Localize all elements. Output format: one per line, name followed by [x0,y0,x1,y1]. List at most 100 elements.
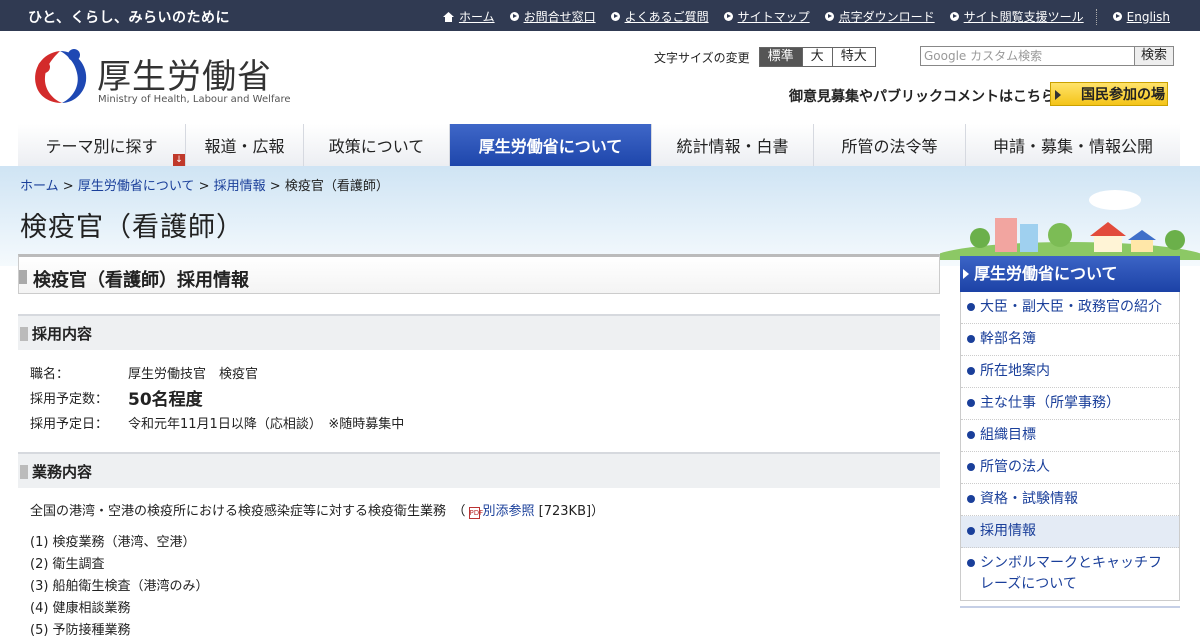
contact-link-label: お問合せ窓口 [523,10,596,24]
nav-laws[interactable]: 所管の法令等 [814,124,966,166]
sidebar-menu: 大臣・副大臣・政務官の紹介 幹部名簿 所在地案内 主な仕事（所掌事務） 組織目標… [960,292,1180,601]
global-nav: テーマ別に探す ↓ 報道・広報 政策について 厚生労働省について 統計情報・白書… [18,124,1180,169]
pdf-icon: PDF [468,507,484,519]
home-link-label: ホーム [458,10,495,24]
nav-statistics-label: 統計情報・白書 [676,137,789,156]
list-item: (1) 検疫業務（港湾、空港） [30,535,196,550]
sidebar-item-label[interactable]: 組織目標 [980,427,1036,443]
breadcrumb-home-link[interactable]: ホーム [20,179,59,194]
sidebar-item-recruitment[interactable]: 採用情報 [961,516,1179,548]
town-illustration [940,190,1200,260]
english-link-label: English [1126,9,1170,24]
arrow-down-icon: ↓ [173,154,185,166]
logo-text[interactable]: 厚生労働省 [97,49,272,98]
sidebar-item-label[interactable]: 所管の法人 [980,459,1050,475]
detail-row-date: 採用予定日： 令和元年11月1日以降（応相談） ※随時募集中 [30,413,404,432]
sidebar-item-label[interactable]: 所在地案内 [980,363,1050,379]
breadcrumb-recruit-link[interactable]: 採用情報 [214,179,266,194]
contact-link[interactable]: お問合せ窓口 [509,8,596,25]
mhlw-logo-icon[interactable] [30,43,90,105]
nav-applications-label: 申請・募集・情報公開 [992,137,1153,156]
detail-key: 採用予定日： [30,417,109,432]
braille-link-label: 点字ダウンロード [838,10,935,24]
detail-row-count: 採用予定数： 50名程度 [30,385,203,410]
nav-press-label: 報道・広報 [204,137,285,156]
sidebar-item-corporations[interactable]: 所管の法人 [961,452,1179,484]
nav-policy[interactable]: 政策について [304,124,450,166]
sidebar-item-ministers[interactable]: 大臣・副大臣・政務官の紹介 [961,292,1179,324]
top-bar: ひと、くらし、みらいのために ホーム お問合せ窓口 よくあるご質問 サイトマップ… [0,0,1200,31]
sidebar-item-label[interactable]: 資格・試験情報 [980,491,1078,507]
arrow-circle-icon [723,12,733,21]
list-item: (3) 船舶衛生検査（港湾のみ） [30,579,209,594]
sidebar-title[interactable]: 厚生労働省について [960,256,1180,292]
detail-value: 厚生労働技官 検疫官 [128,367,259,382]
nav-applications[interactable]: 申請・募集・情報公開 [966,124,1180,166]
font-size-switcher: 文字サイズの変更 標準 大 特大 [654,47,876,67]
font-size-large-button[interactable]: 大 [801,47,833,67]
braille-download-link[interactable]: 点字ダウンロード [824,8,935,25]
sidebar-item-label[interactable]: 主な仕事（所掌事務） [980,395,1120,411]
detail-value: 令和元年11月1日以降（応相談） ※随時募集中 [128,417,405,432]
sidebar-item-label[interactable]: 大臣・副大臣・政務官の紹介 [980,299,1162,315]
arrow-circle-icon [610,12,620,21]
duty-description-text: 全国の港湾・空港の検疫所における検疫感染症等に対する検疫衛生業務 （ [30,504,466,519]
breadcrumb-separator: > [62,179,74,194]
detail-row-title: 職名： 厚生労働技官 検疫官 [30,363,258,382]
accessibility-link-label: サイト閲覧支援ツール [963,10,1084,24]
list-item: (5) 予防接種業務 [30,623,131,638]
sidebar-item-symbol[interactable]: シンボルマークとキャッチフレーズについて [961,548,1179,600]
arrow-circle-icon [824,12,834,21]
breadcrumb: ホーム > 厚生労働省について > 採用情報 > 検疫官（看護師） [20,175,389,194]
file-size: [723KB]） [534,504,605,519]
section-heading-text: 採用内容 [32,325,93,343]
divider [1095,8,1098,25]
nav-about[interactable]: 厚生労働省について [450,124,652,166]
attachment-link[interactable]: 別添参照 [483,504,535,519]
divider [960,606,1180,608]
heading-bar [20,327,28,341]
nav-about-label: 厚生労働省について [478,137,623,156]
tagline: ひと、くらし、みらいのために [28,10,231,26]
breadcrumb-about-link[interactable]: 厚生労働省について [78,179,195,194]
breadcrumb-separator: > [198,179,210,194]
sidebar-item-main-work[interactable]: 主な仕事（所掌事務） [961,388,1179,420]
detail-key: 採用予定数： [30,392,109,407]
detail-value: 50名程度 [128,390,203,410]
sidebar-item-goals[interactable]: 組織目標 [961,420,1179,452]
list-item: (2) 衛生調査 [30,557,105,572]
arrow-circle-icon [509,12,519,21]
sidebar-item-label[interactable]: 採用情報 [980,523,1036,539]
sidebar-item-label[interactable]: シンボルマークとキャッチフレーズについて [980,555,1162,592]
sidebar-item-location[interactable]: 所在地案内 [961,356,1179,388]
accessibility-tool-link[interactable]: サイト閲覧支援ツール [949,8,1084,25]
sidebar-item-label[interactable]: 幹部名簿 [980,331,1036,347]
content-heading: 検疫官（看護師）採用情報 [18,254,940,294]
sidebar-item-qualifications[interactable]: 資格・試験情報 [961,484,1179,516]
search-input[interactable]: Google カスタム検索 [920,46,1135,66]
logo-subtitle: Ministry of Health, Labour and Welfare [98,94,291,105]
font-size-standard-button[interactable]: 標準 [758,47,803,67]
content-heading-text: 検疫官（看護師）採用情報 [33,270,249,291]
english-link[interactable]: English [1112,9,1170,24]
public-comment-text: 御意見募集やパブリックコメントはこちら [789,89,1055,105]
sitemap-link[interactable]: サイトマップ [723,8,810,25]
sidebar-item-executives[interactable]: 幹部名簿 [961,324,1179,356]
kokumin-sanka-button[interactable]: 国民参加の場 [1050,82,1168,106]
nav-theme[interactable]: テーマ別に探す ↓ [18,124,186,169]
site-header: 厚生労働省 Ministry of Health, Labour and Wel… [0,31,1200,124]
list-item: (4) 健康相談業務 [30,601,131,616]
faq-link-label: よくあるご質問 [624,10,709,24]
nav-policy-label: 政策について [328,137,425,156]
duty-description: 全国の港湾・空港の検疫所における検疫感染症等に対する検疫衛生業務 （PDF別添参… [30,500,604,519]
home-icon [442,11,454,22]
nav-theme-label: テーマ別に探す [45,137,158,156]
nav-press[interactable]: 報道・広報 [186,124,304,166]
home-link[interactable]: ホーム [442,8,495,25]
search-button[interactable]: 検索 [1135,46,1175,66]
main-content: 検疫官（看護師）採用情報 採用内容 職名： 厚生労働技官 検疫官 採用予定数： … [18,254,940,638]
faq-link[interactable]: よくあるご質問 [610,8,709,25]
font-size-label: 文字サイズの変更 [654,50,750,65]
font-size-xlarge-button[interactable]: 特大 [831,47,876,67]
nav-statistics[interactable]: 統計情報・白書 [652,124,814,166]
